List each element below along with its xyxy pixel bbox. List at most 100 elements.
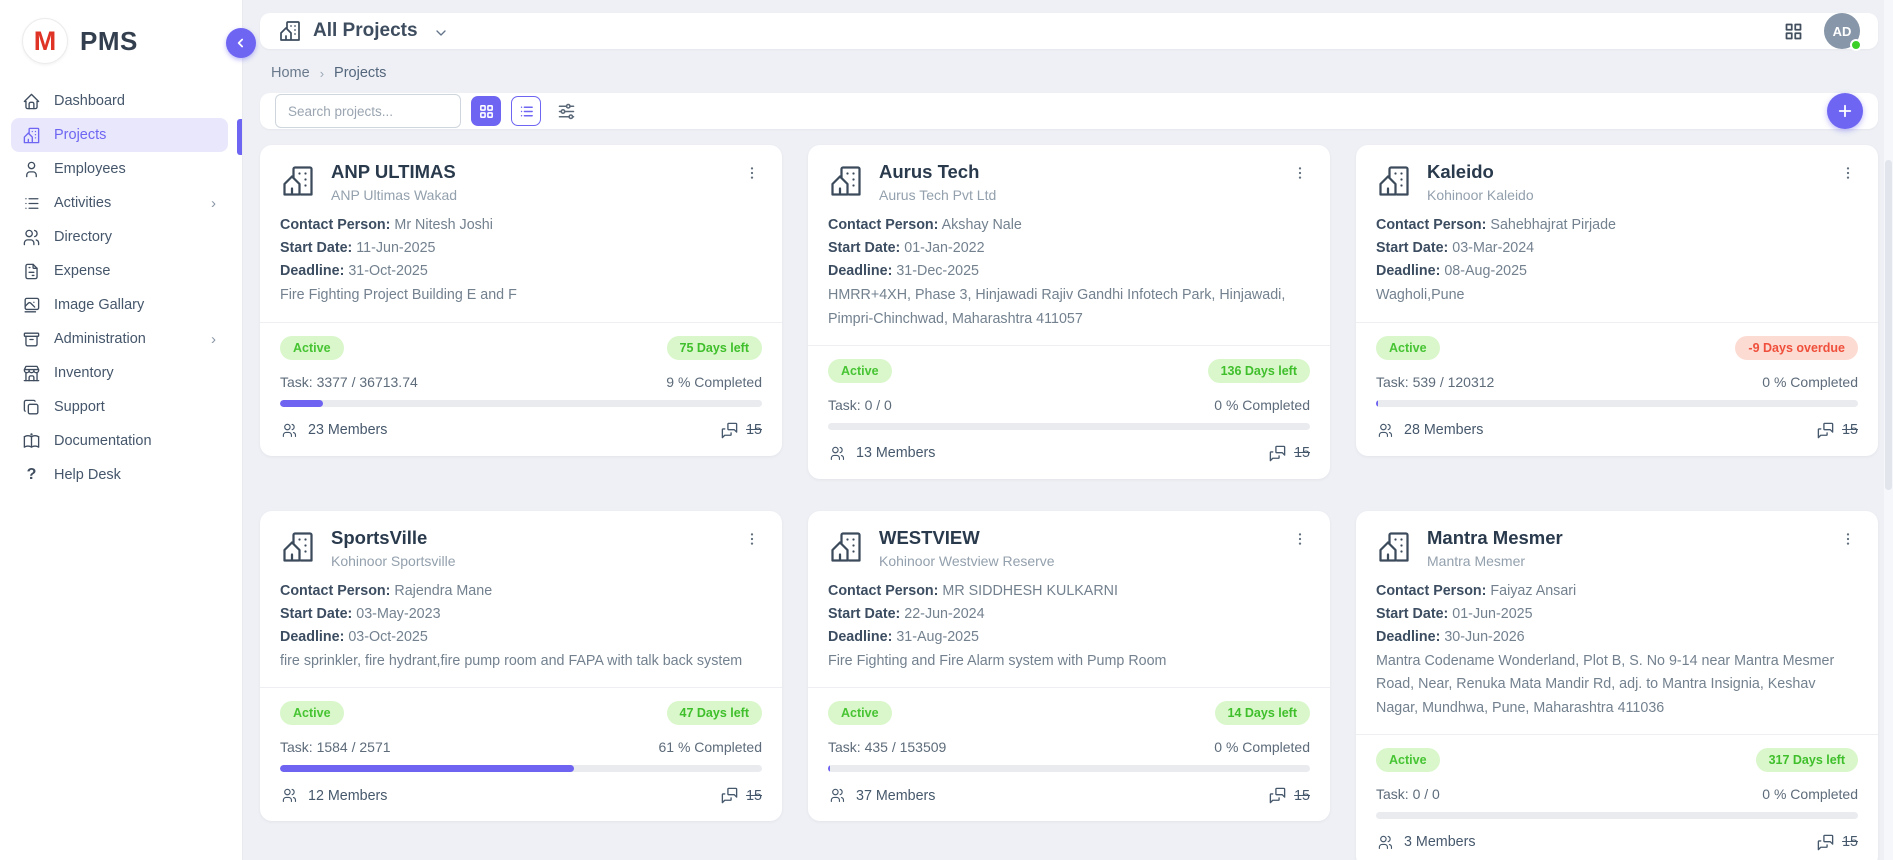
progress-bar bbox=[1376, 812, 1858, 819]
card-menu-button[interactable] bbox=[1838, 527, 1858, 551]
project-card[interactable]: Aurus Tech Aurus Tech Pvt Ltd Contact Pe… bbox=[808, 145, 1330, 479]
chat-icon bbox=[1816, 421, 1835, 440]
breadcrumb-current: Projects bbox=[334, 65, 386, 81]
card-menu-button[interactable] bbox=[742, 161, 762, 185]
contact-line: Contact Person: Sahebhajrat Pirjade bbox=[1376, 214, 1858, 237]
project-name: Kaleido bbox=[1427, 161, 1534, 183]
grid-view-icon bbox=[478, 103, 495, 120]
project-subtitle: Kohinoor Kaleido bbox=[1427, 187, 1534, 203]
project-card[interactable]: WESTVIEW Kohinoor Westview Reserve Conta… bbox=[808, 511, 1330, 822]
sidebar-item-projects[interactable]: Projects bbox=[11, 118, 228, 152]
comments-count: 15 bbox=[746, 788, 762, 804]
comments[interactable]: 15 bbox=[1268, 444, 1310, 463]
project-selector[interactable]: All Projects bbox=[278, 19, 449, 43]
project-description: Fire Fighting Project Building E and F bbox=[280, 284, 762, 307]
main-content: All Projects AD Home › Projects bbox=[242, 0, 1893, 860]
sidebar-item-image-gallary[interactable]: Image Gallary bbox=[11, 288, 228, 322]
kebab-icon bbox=[1840, 531, 1856, 547]
app-title: PMS bbox=[80, 26, 138, 57]
start-date-value: 03-May-2023 bbox=[356, 606, 440, 622]
members[interactable]: 37 Members bbox=[828, 786, 935, 805]
start-date-label: Start Date: bbox=[1376, 606, 1448, 622]
status-badge: Active bbox=[1376, 748, 1440, 772]
deadline-label: Deadline: bbox=[1376, 629, 1440, 645]
deadline-line: Deadline: 08-Aug-2025 bbox=[1376, 260, 1858, 283]
kebab-icon bbox=[1292, 531, 1308, 547]
members[interactable]: 13 Members bbox=[828, 444, 935, 463]
project-card-footer-section: Active 75 Days left Task: 3377 / 36713.7… bbox=[260, 322, 782, 440]
comments[interactable]: 15 bbox=[1816, 421, 1858, 440]
project-description: HMRR+4XH, Phase 3, Hinjawadi Rajiv Gandh… bbox=[828, 284, 1310, 330]
project-card[interactable]: SportsVille Kohinoor Sportsville Contact… bbox=[260, 511, 782, 822]
project-card-header: Aurus Tech Aurus Tech Pvt Ltd bbox=[828, 161, 1310, 203]
add-project-button[interactable] bbox=[1827, 93, 1863, 129]
page-title: All Projects bbox=[313, 20, 418, 42]
list-view-button[interactable] bbox=[511, 96, 541, 126]
project-card-titles: Aurus Tech Aurus Tech Pvt Ltd bbox=[879, 161, 996, 203]
card-menu-button[interactable] bbox=[1290, 527, 1310, 551]
sidebar-collapse-button[interactable] bbox=[226, 28, 256, 58]
apps-grid-icon[interactable] bbox=[1783, 21, 1804, 42]
avatar[interactable]: AD bbox=[1824, 13, 1860, 49]
members[interactable]: 23 Members bbox=[280, 421, 387, 440]
sidebar-item-inventory[interactable]: Inventory bbox=[11, 356, 228, 390]
comments-count: 15 bbox=[1294, 788, 1310, 804]
breadcrumb-home[interactable]: Home bbox=[271, 65, 310, 81]
sidebar-item-dashboard[interactable]: Dashboard bbox=[11, 84, 228, 118]
sidebar-item-employees[interactable]: Employees bbox=[11, 152, 228, 186]
project-card-header: Mantra Mesmer Mantra Mesmer bbox=[1376, 527, 1858, 569]
card-menu-button[interactable] bbox=[1838, 161, 1858, 185]
start-date-label: Start Date: bbox=[280, 240, 352, 256]
completed-percent: 0 % Completed bbox=[1214, 739, 1310, 755]
completed-percent: 0 % Completed bbox=[1762, 786, 1858, 802]
deadline-line: Deadline: 31-Oct-2025 bbox=[280, 260, 762, 283]
badge-row: Active -9 Days overdue bbox=[1376, 336, 1858, 360]
project-card[interactable]: Mantra Mesmer Mantra Mesmer Contact Pers… bbox=[1356, 511, 1878, 860]
users-icon bbox=[22, 228, 41, 247]
sidebar-item-help-desk[interactable]: ? Help Desk bbox=[11, 458, 228, 492]
project-card[interactable]: ANP ULTIMAS ANP Ultimas Wakad Contact Pe… bbox=[260, 145, 782, 456]
invoice-icon bbox=[22, 262, 41, 281]
sidebar-item-administration[interactable]: Administration › bbox=[11, 322, 228, 356]
plus-icon bbox=[1836, 102, 1854, 120]
users-icon bbox=[280, 421, 299, 440]
progress-bar bbox=[280, 765, 762, 772]
card-foot: 3 Members 15 bbox=[1376, 833, 1858, 852]
search-input[interactable] bbox=[275, 94, 461, 128]
scrollbar[interactable] bbox=[1884, 0, 1893, 860]
contact-label: Contact Person: bbox=[828, 217, 938, 233]
start-date-line: Start Date: 03-May-2023 bbox=[280, 603, 762, 626]
comments[interactable]: 15 bbox=[720, 421, 762, 440]
comments[interactable]: 15 bbox=[1816, 833, 1858, 852]
sidebar-item-support[interactable]: Support bbox=[11, 390, 228, 424]
task-row: Task: 1584 / 2571 61 % Completed bbox=[280, 739, 762, 755]
grid-view-button[interactable] bbox=[471, 96, 501, 126]
avatar-initials: AD bbox=[1833, 24, 1852, 39]
chevron-left-icon bbox=[234, 36, 248, 50]
comments[interactable]: 15 bbox=[720, 786, 762, 805]
members-count: 13 Members bbox=[856, 445, 935, 461]
card-menu-button[interactable] bbox=[1290, 161, 1310, 185]
deadline-value: 31-Dec-2025 bbox=[896, 263, 979, 279]
contact-value: Akshay Nale bbox=[942, 217, 1022, 233]
comments[interactable]: 15 bbox=[1268, 786, 1310, 805]
project-description: Fire Fighting and Fire Alarm system with… bbox=[828, 650, 1310, 673]
project-subtitle: Mantra Mesmer bbox=[1427, 553, 1563, 569]
project-card-footer-section: Active 14 Days left Task: 435 / 153509 0… bbox=[808, 687, 1330, 805]
sidebar-item-documentation[interactable]: Documentation bbox=[11, 424, 228, 458]
kebab-icon bbox=[1840, 165, 1856, 181]
project-name: SportsVille bbox=[331, 527, 456, 549]
deadline-line: Deadline: 31-Aug-2025 bbox=[828, 626, 1310, 649]
sidebar-item-expense[interactable]: Expense bbox=[11, 254, 228, 288]
sidebar-item-activities[interactable]: Activities › bbox=[11, 186, 228, 220]
scrollbar-thumb[interactable] bbox=[1885, 160, 1892, 490]
project-card[interactable]: Kaleido Kohinoor Kaleido Contact Person:… bbox=[1356, 145, 1878, 456]
members[interactable]: 3 Members bbox=[1376, 833, 1476, 852]
card-foot: 23 Members 15 bbox=[280, 421, 762, 440]
sidebar-item-directory[interactable]: Directory bbox=[11, 220, 228, 254]
home-icon bbox=[22, 92, 41, 111]
filters-button[interactable] bbox=[551, 96, 581, 126]
card-menu-button[interactable] bbox=[742, 527, 762, 551]
members[interactable]: 12 Members bbox=[280, 786, 387, 805]
members[interactable]: 28 Members bbox=[1376, 421, 1483, 440]
